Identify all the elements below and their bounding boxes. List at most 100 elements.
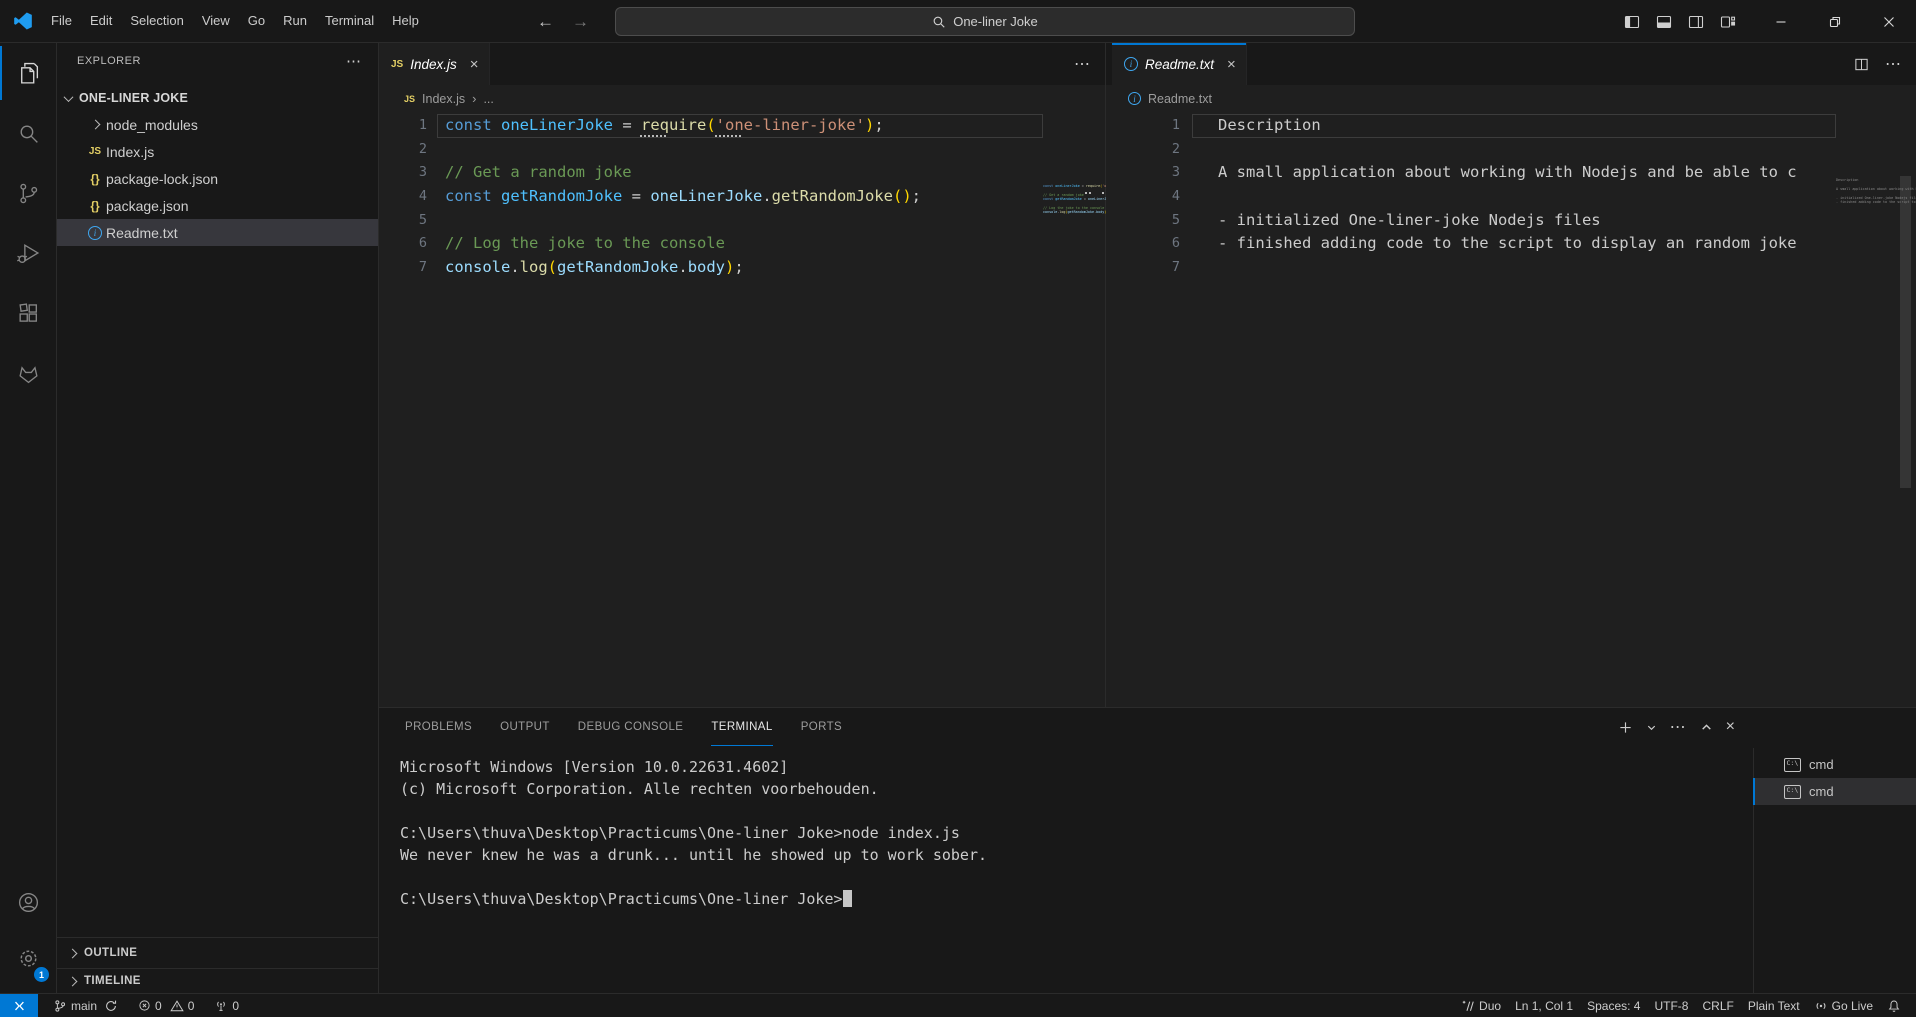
account-icon[interactable] (0, 875, 56, 929)
breadcrumb-file: Index.js (422, 92, 465, 106)
menu-view[interactable]: View (193, 7, 239, 35)
terminal-session-cmd[interactable]: C:\cmd (1754, 778, 1916, 805)
menu-help[interactable]: Help (383, 7, 428, 35)
code-line[interactable]: 3// Get a random joke (379, 161, 1043, 185)
menu-edit[interactable]: Edit (81, 7, 121, 35)
vscode-logo-icon (14, 12, 32, 30)
new-terminal-icon[interactable] (1618, 720, 1633, 735)
extensions-icon[interactable] (0, 283, 56, 343)
language-mode: Plain Text (1748, 999, 1800, 1013)
line-number: 1 (379, 114, 427, 138)
cursor-position-item[interactable]: Ln 1, Col 1 (1508, 994, 1580, 1017)
toggle-secondary-sidebar-icon[interactable] (1680, 0, 1712, 43)
settings-gear-icon[interactable]: 1 (0, 931, 56, 985)
menu-file[interactable]: File (42, 7, 81, 35)
maximize-panel-icon[interactable] (1700, 721, 1713, 734)
text-line[interactable]: 4 (1106, 185, 1836, 209)
close-tab-icon[interactable]: × (1227, 56, 1236, 73)
file-row-package.json[interactable]: {}package.json (57, 192, 378, 219)
info-icon: i (86, 226, 104, 240)
menu-go[interactable]: Go (239, 7, 274, 35)
forward-arrow-icon[interactable]: → (563, 12, 598, 32)
file-row-node_modules[interactable]: node_modules (57, 111, 378, 138)
code-line[interactable]: 6// Log the joke to the console (379, 232, 1043, 256)
sidebar-more-icon[interactable]: ⋯ (346, 52, 362, 70)
chevron-down-icon (64, 92, 74, 102)
panel-tab-terminal[interactable]: TERMINAL (711, 708, 772, 746)
explorer-icon[interactable] (0, 43, 56, 103)
branch-status-item[interactable]: main (46, 994, 125, 1017)
close-panel-icon[interactable]: × (1726, 718, 1735, 736)
editor-group-1: JS Index.js × ⋯ JS Index.js › ... 1const… (379, 43, 1106, 707)
minimap[interactable]: const oneLinerJoke = require('one-liner-… (1043, 184, 1105, 215)
file-row-Index.js[interactable]: JSIndex.js (57, 138, 378, 165)
command-center-search[interactable]: One-liner Joke (615, 7, 1355, 36)
code-line[interactable]: 4const getRandomJoke = oneLinerJoke.getR… (379, 185, 1043, 209)
outline-section-header[interactable]: OUTLINE (57, 937, 379, 968)
panel-tab-ports[interactable]: PORTS (801, 708, 842, 746)
code-line[interactable]: 1const oneLinerJoke = require('one-liner… (379, 114, 1043, 138)
text-line[interactable]: 1Description (1106, 114, 1836, 138)
project-root-row[interactable]: ONE-LINER JOKE (57, 85, 378, 111)
ports-status-item[interactable]: 0 (207, 994, 246, 1017)
outline-label: OUTLINE (84, 947, 137, 959)
terminal-output[interactable]: Microsoft Windows [Version 10.0.22631.46… (400, 756, 987, 910)
language-mode-item[interactable]: Plain Text (1741, 994, 1807, 1017)
run-debug-icon[interactable] (0, 223, 56, 283)
menu-terminal[interactable]: Terminal (316, 7, 383, 35)
text-line[interactable]: 6- finished adding code to the script to… (1106, 232, 1836, 256)
code-line[interactable]: 7console.log(getRandomJoke.body); (379, 256, 1043, 280)
notifications-bell-item[interactable] (1880, 994, 1908, 1017)
code-line[interactable]: 2 (379, 138, 1043, 162)
text-line[interactable]: 5- initialized One-liner-joke Nodejs fil… (1106, 209, 1836, 233)
vertical-scrollbar[interactable] (1900, 176, 1911, 488)
close-window-button[interactable] (1862, 0, 1916, 43)
restore-button[interactable] (1808, 0, 1862, 43)
session-label: cmd (1809, 757, 1834, 772)
line-number: 1 (1106, 114, 1180, 138)
close-tab-icon[interactable]: × (470, 56, 479, 73)
panel-tab-problems[interactable]: PROBLEMS (405, 708, 472, 746)
editor-actions-icon[interactable]: ⋯ (1885, 54, 1902, 74)
cmd-terminal-icon: C:\ (1784, 758, 1801, 772)
terminal-profile-dropdown-icon[interactable] (1646, 722, 1657, 733)
back-arrow-icon[interactable]: ← (528, 12, 563, 32)
gitlab-workflow-icon[interactable] (0, 343, 56, 403)
customize-layout-icon[interactable] (1712, 0, 1744, 43)
encoding-item[interactable]: UTF-8 (1647, 994, 1695, 1017)
panel-tab-debug-console[interactable]: DEBUG CONSOLE (578, 708, 684, 746)
file-row-Readme.txt[interactable]: iReadme.txt (57, 219, 378, 246)
problems-status-item[interactable]: 0 0 (131, 994, 201, 1017)
search-sidebar-icon[interactable] (0, 103, 56, 163)
eol-item[interactable]: CRLF (1695, 994, 1740, 1017)
indentation-item[interactable]: Spaces: 4 (1580, 994, 1647, 1017)
panel-more-icon[interactable]: ⋯ (1670, 717, 1687, 737)
source-control-icon[interactable] (0, 163, 56, 223)
code-editor-indexjs[interactable]: 1const oneLinerJoke = require('one-liner… (379, 114, 1043, 280)
minimap[interactable]: Description A small application about wo… (1836, 178, 1902, 209)
editor-actions-icon[interactable]: ⋯ (1074, 54, 1091, 74)
breadcrumb[interactable]: JS Index.js › ... (379, 85, 1105, 112)
text-line[interactable]: 2 (1106, 138, 1836, 162)
tab-readme[interactable]: i Readme.txt × (1112, 43, 1247, 85)
go-live-item[interactable]: Go Live (1807, 994, 1880, 1017)
panel-tab-output[interactable]: OUTPUT (500, 708, 550, 746)
terminal-session-cmd[interactable]: C:\ cmd (1754, 751, 1916, 778)
split-editor-icon[interactable] (1854, 57, 1869, 72)
text-editor-readme[interactable]: 1Description23A small application about … (1106, 114, 1836, 280)
sync-icon (104, 999, 118, 1013)
tab-indexjs[interactable]: JS Index.js × (379, 43, 490, 85)
toggle-panel-icon[interactable] (1648, 0, 1680, 43)
timeline-section-header[interactable]: TIMELINE (57, 968, 379, 993)
menu-run[interactable]: Run (274, 7, 316, 35)
duo-status-item[interactable]: Duo (1454, 994, 1508, 1017)
breadcrumb[interactable]: i Readme.txt (1106, 85, 1916, 112)
text-line[interactable]: 7 (1106, 256, 1836, 280)
remote-indicator[interactable] (0, 994, 38, 1017)
toggle-sidebar-icon[interactable] (1616, 0, 1648, 43)
minimize-button[interactable] (1754, 0, 1808, 43)
text-line[interactable]: 3A small application about working with … (1106, 161, 1836, 185)
menu-selection[interactable]: Selection (121, 7, 192, 35)
file-row-package-lock.json[interactable]: {}package-lock.json (57, 165, 378, 192)
code-line[interactable]: 5 (379, 209, 1043, 233)
